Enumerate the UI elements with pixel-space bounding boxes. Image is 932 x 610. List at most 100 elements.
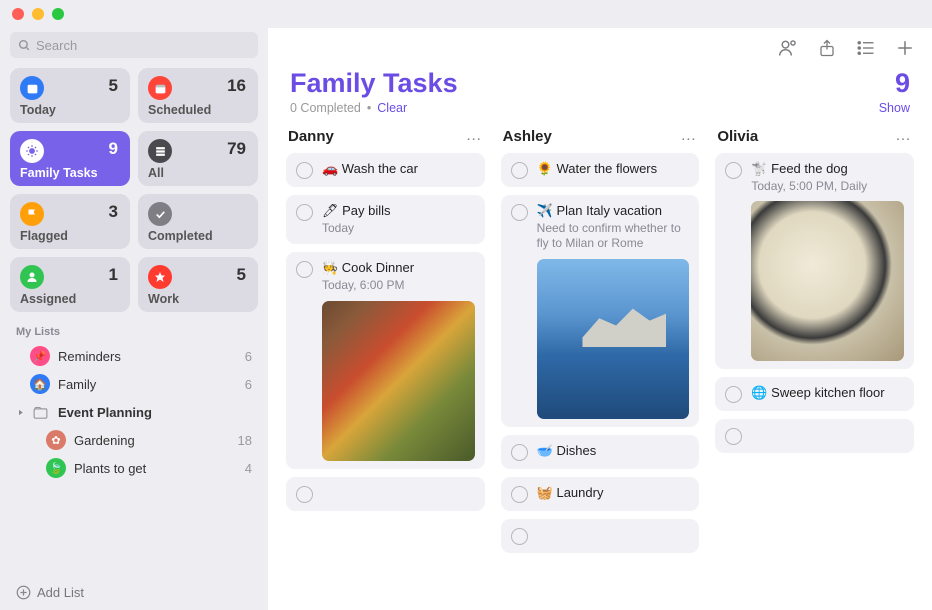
complete-checkbox[interactable] [511, 204, 528, 221]
smart-assigned[interactable]: 1 Assigned [10, 257, 130, 312]
list-icon: 📌 [30, 346, 50, 366]
share-icon[interactable] [818, 38, 836, 58]
smart-work[interactable]: 5 Work [138, 257, 258, 312]
list-count: 18 [238, 433, 252, 448]
complete-checkbox[interactable] [511, 486, 528, 503]
list-count: 4 [245, 461, 252, 476]
complete-checkbox[interactable] [296, 162, 313, 179]
reminder-card[interactable]: 🧺 Laundry [501, 477, 700, 511]
smart-label: Completed [148, 229, 248, 243]
list-icon: ✿ [46, 430, 66, 450]
reminder-card[interactable]: 🚗 Wash the car [286, 153, 485, 187]
reminder-subtitle: Today, 5:00 PM, Daily [751, 179, 904, 195]
reminder-card[interactable]: 🌐 Sweep kitchen floor [715, 377, 914, 411]
list-item[interactable]: 📌Reminders 6 [10, 342, 258, 370]
smart-count: 9 [109, 139, 118, 159]
list-item[interactable]: 🏠Family 6 [10, 370, 258, 398]
smart-count: 5 [237, 265, 246, 285]
show-button[interactable]: Show [879, 101, 910, 115]
smart-scheduled[interactable]: 16 Scheduled [138, 68, 258, 123]
today-icon [20, 76, 44, 100]
smart-label: All [148, 166, 248, 180]
smart-all[interactable]: 79 All [138, 131, 258, 186]
reminder-attachment[interactable] [751, 201, 904, 361]
reminder-card[interactable]: 🖊 Pay billsToday [286, 195, 485, 244]
list-item[interactable]: Event Planning [10, 398, 258, 426]
reminder-attachment[interactable] [537, 259, 690, 419]
reminder-card[interactable]: 🥣 Dishes [501, 435, 700, 469]
toolbar [268, 28, 932, 68]
assignee-column: Olivia… 🐩 Feed the dogToday, 5:00 PM, Dai… [715, 127, 914, 596]
reminder-title: 🚗 Wash the car [322, 161, 475, 178]
smart-today[interactable]: 5 Today [10, 68, 130, 123]
list-name: Plants to get [74, 461, 245, 476]
reminder-title: 🐩 Feed the dog [751, 161, 904, 178]
list-name: Gardening [74, 433, 238, 448]
list-name: Event Planning [58, 405, 252, 420]
list-icon: 🍃 [46, 458, 66, 478]
reminder-attachment[interactable] [322, 301, 475, 461]
smart-flagged[interactable]: 3 Flagged [10, 194, 130, 249]
assigned-icon [20, 265, 44, 289]
smart-family[interactable]: 9 Family Tasks [10, 131, 130, 186]
reminder-title: 🥣 Dishes [537, 443, 690, 460]
smart-completed[interactable]: Completed [138, 194, 258, 249]
clear-button[interactable]: Clear [377, 101, 407, 115]
complete-checkbox[interactable] [511, 162, 528, 179]
new-reminder-placeholder[interactable] [501, 519, 700, 553]
column-name: Ashley [503, 128, 681, 145]
smart-count: 1 [109, 265, 118, 285]
add-reminder-icon[interactable] [896, 39, 914, 57]
family-icon [20, 139, 44, 163]
completed-count: 0 Completed [290, 101, 361, 115]
smart-count: 5 [109, 76, 118, 96]
disclosure-icon[interactable] [16, 405, 30, 420]
reminder-title: 🌻 Water the flowers [537, 161, 690, 178]
list-count: 9 [895, 68, 910, 99]
sidebar: Search 5 Today 16 Scheduled 9 Family Tas… [0, 28, 268, 610]
complete-checkbox[interactable] [725, 386, 742, 403]
reminder-card[interactable]: ✈️ Plan Italy vacationNeed to confirm wh… [501, 195, 700, 427]
assignee-column: Danny…🚗 Wash the car🖊 Pay billsToday🧑‍🍳 … [286, 127, 485, 596]
smart-count: 16 [227, 76, 246, 96]
smart-count: 79 [227, 139, 246, 159]
new-reminder-placeholder[interactable] [715, 419, 914, 453]
reminder-card[interactable]: 🧑‍🍳 Cook DinnerToday, 6:00 PM [286, 252, 485, 468]
content-area: Family Tasks 9 0 Completed • Clear Show … [268, 28, 932, 610]
assignee-column: Ashley… 🌻 Water the flowers ✈️ Plan Italy … [501, 127, 700, 596]
complete-checkbox[interactable] [296, 204, 313, 221]
reminder-title: 🌐 Sweep kitchen floor [751, 385, 904, 402]
list-item[interactable]: 🍃 Plants to get 4 [10, 454, 258, 482]
share-people-icon[interactable] [778, 38, 798, 58]
view-options-icon[interactable] [856, 39, 876, 57]
column-more-button[interactable]: … [466, 127, 483, 145]
complete-checkbox[interactable] [296, 261, 313, 278]
complete-checkbox[interactable] [511, 444, 528, 461]
my-lists-label: My Lists [16, 326, 258, 338]
reminder-card[interactable]: 🌻 Water the flowers [501, 153, 700, 187]
list-title: Family Tasks [290, 68, 895, 99]
list-item[interactable]: ✿ Gardening 18 [10, 426, 258, 454]
column-more-button[interactable]: … [895, 127, 912, 145]
work-icon [148, 265, 172, 289]
reminder-card[interactable]: 🐩 Feed the dogToday, 5:00 PM, Daily [715, 153, 914, 369]
column-more-button[interactable]: … [680, 127, 697, 145]
reminder-subtitle: Today, 6:00 PM [322, 278, 475, 294]
list-count: 6 [245, 349, 252, 364]
close-window[interactable] [12, 8, 24, 20]
reminder-title: 🧺 Laundry [537, 485, 690, 502]
minimize-window[interactable] [32, 8, 44, 20]
add-list-button[interactable]: Add List [10, 577, 258, 610]
complete-checkbox[interactable] [725, 162, 742, 179]
search-input[interactable]: Search [10, 32, 258, 58]
complete-checkbox[interactable] [725, 428, 742, 445]
new-reminder-placeholder[interactable] [286, 477, 485, 511]
complete-checkbox[interactable] [296, 486, 313, 503]
smart-label: Flagged [20, 229, 120, 243]
folder-icon [30, 402, 50, 422]
column-name: Olivia [717, 128, 895, 145]
complete-checkbox[interactable] [511, 528, 528, 545]
fullscreen-window[interactable] [52, 8, 64, 20]
scheduled-icon [148, 76, 172, 100]
search-icon [18, 39, 31, 52]
